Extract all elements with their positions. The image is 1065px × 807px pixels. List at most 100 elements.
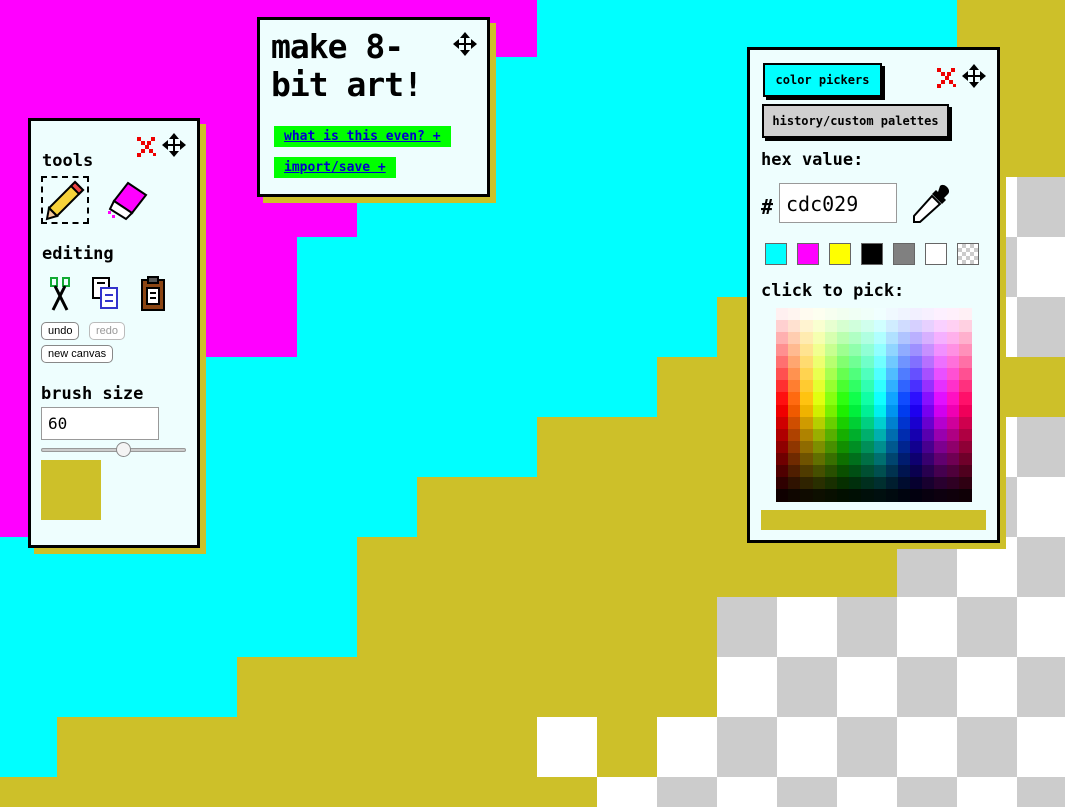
picker-cell[interactable]	[934, 452, 948, 466]
picker-cell[interactable]	[800, 404, 814, 418]
preset-swatch[interactable]	[957, 243, 979, 265]
picker-cell[interactable]	[958, 368, 972, 382]
picker-cell[interactable]	[788, 380, 802, 394]
picker-cell[interactable]	[958, 404, 972, 418]
picker-cell[interactable]	[934, 464, 948, 478]
picker-cell[interactable]	[849, 488, 863, 502]
picker-cell[interactable]	[776, 356, 789, 370]
move-icon[interactable]	[962, 64, 986, 88]
picker-cell[interactable]	[836, 404, 850, 418]
picker-cell[interactable]	[812, 416, 826, 430]
picker-cell[interactable]	[861, 428, 875, 442]
picker-cell[interactable]	[946, 428, 960, 442]
picker-cell[interactable]	[776, 452, 789, 466]
picker-cell[interactable]	[836, 308, 850, 321]
picker-cell[interactable]	[836, 356, 850, 370]
picker-cell[interactable]	[958, 488, 972, 502]
picker-cell[interactable]	[812, 476, 826, 490]
picker-cell[interactable]	[836, 428, 850, 442]
picker-cell[interactable]	[812, 464, 826, 478]
picker-cell[interactable]	[958, 308, 972, 321]
picker-cell[interactable]	[958, 392, 972, 406]
picker-cell[interactable]	[800, 416, 814, 430]
cut-button[interactable]	[48, 276, 74, 312]
picker-cell[interactable]	[897, 320, 911, 334]
picker-cell[interactable]	[946, 332, 960, 346]
picker-cell[interactable]	[958, 344, 972, 358]
picker-cell[interactable]	[873, 392, 887, 406]
picker-cell[interactable]	[885, 464, 899, 478]
picker-cell[interactable]	[958, 440, 972, 454]
picker-cell[interactable]	[897, 488, 911, 502]
picker-cell[interactable]	[836, 452, 850, 466]
picker-cell[interactable]	[922, 440, 936, 454]
picker-cell[interactable]	[873, 332, 887, 346]
picker-cell[interactable]	[946, 344, 960, 358]
picker-cell[interactable]	[958, 476, 972, 490]
picker-cell[interactable]	[910, 332, 924, 346]
eraser-tool-button[interactable]	[104, 177, 152, 223]
picker-cell[interactable]	[910, 320, 924, 334]
picker-cell[interactable]	[958, 332, 972, 346]
picker-cell[interactable]	[836, 380, 850, 394]
picker-cell[interactable]	[849, 392, 863, 406]
preset-swatch[interactable]	[893, 243, 915, 265]
picker-cell[interactable]	[910, 440, 924, 454]
picker-cell[interactable]	[885, 428, 899, 442]
picker-cell[interactable]	[824, 380, 838, 394]
picker-cell[interactable]	[776, 428, 789, 442]
picker-cell[interactable]	[776, 440, 789, 454]
picker-cell[interactable]	[788, 488, 802, 502]
picker-cell[interactable]	[885, 320, 899, 334]
picker-cell[interactable]	[849, 380, 863, 394]
picker-cell[interactable]	[897, 344, 911, 358]
close-icon[interactable]	[935, 66, 957, 88]
redo-button[interactable]: redo	[89, 322, 126, 340]
picker-cell[interactable]	[776, 368, 789, 382]
picker-cell[interactable]	[861, 488, 875, 502]
picker-cell[interactable]	[861, 320, 875, 334]
picker-cell[interactable]	[849, 344, 863, 358]
picker-cell[interactable]	[800, 332, 814, 346]
picker-cell[interactable]	[800, 308, 814, 321]
picker-cell[interactable]	[849, 464, 863, 478]
picker-cell[interactable]	[849, 440, 863, 454]
picker-cell[interactable]	[946, 440, 960, 454]
picker-cell[interactable]	[922, 464, 936, 478]
picker-cell[interactable]	[946, 320, 960, 334]
picker-cell[interactable]	[812, 344, 826, 358]
picker-cell[interactable]	[885, 392, 899, 406]
picker-cell[interactable]	[934, 476, 948, 490]
picker-cell[interactable]	[788, 452, 802, 466]
picker-cell[interactable]	[934, 404, 948, 418]
picker-cell[interactable]	[922, 488, 936, 502]
picker-cell[interactable]	[849, 428, 863, 442]
picker-cell[interactable]	[776, 464, 789, 478]
picker-cell[interactable]	[885, 344, 899, 358]
picker-cell[interactable]	[885, 380, 899, 394]
picker-cell[interactable]	[958, 380, 972, 394]
picker-cell[interactable]	[861, 392, 875, 406]
picker-cell[interactable]	[849, 416, 863, 430]
picker-cell[interactable]	[873, 356, 887, 370]
picker-cell[interactable]	[836, 464, 850, 478]
eyedropper-icon[interactable]	[910, 182, 954, 226]
picker-cell[interactable]	[910, 428, 924, 442]
picker-cell[interactable]	[824, 344, 838, 358]
picker-cell[interactable]	[800, 380, 814, 394]
picker-cell[interactable]	[922, 476, 936, 490]
picker-cell[interactable]	[897, 308, 911, 321]
picker-cell[interactable]	[776, 344, 789, 358]
picker-cell[interactable]	[776, 308, 789, 321]
picker-cell[interactable]	[958, 464, 972, 478]
picker-cell[interactable]	[824, 464, 838, 478]
tab-color-pickers[interactable]: color pickers	[763, 63, 882, 97]
picker-cell[interactable]	[958, 356, 972, 370]
picker-cell[interactable]	[934, 488, 948, 502]
picker-cell[interactable]	[885, 452, 899, 466]
picker-cell[interactable]	[873, 452, 887, 466]
what-is-this-link[interactable]: what is this even? +	[274, 126, 451, 147]
picker-cell[interactable]	[812, 368, 826, 382]
picker-cell[interactable]	[934, 344, 948, 358]
picker-cell[interactable]	[800, 488, 814, 502]
